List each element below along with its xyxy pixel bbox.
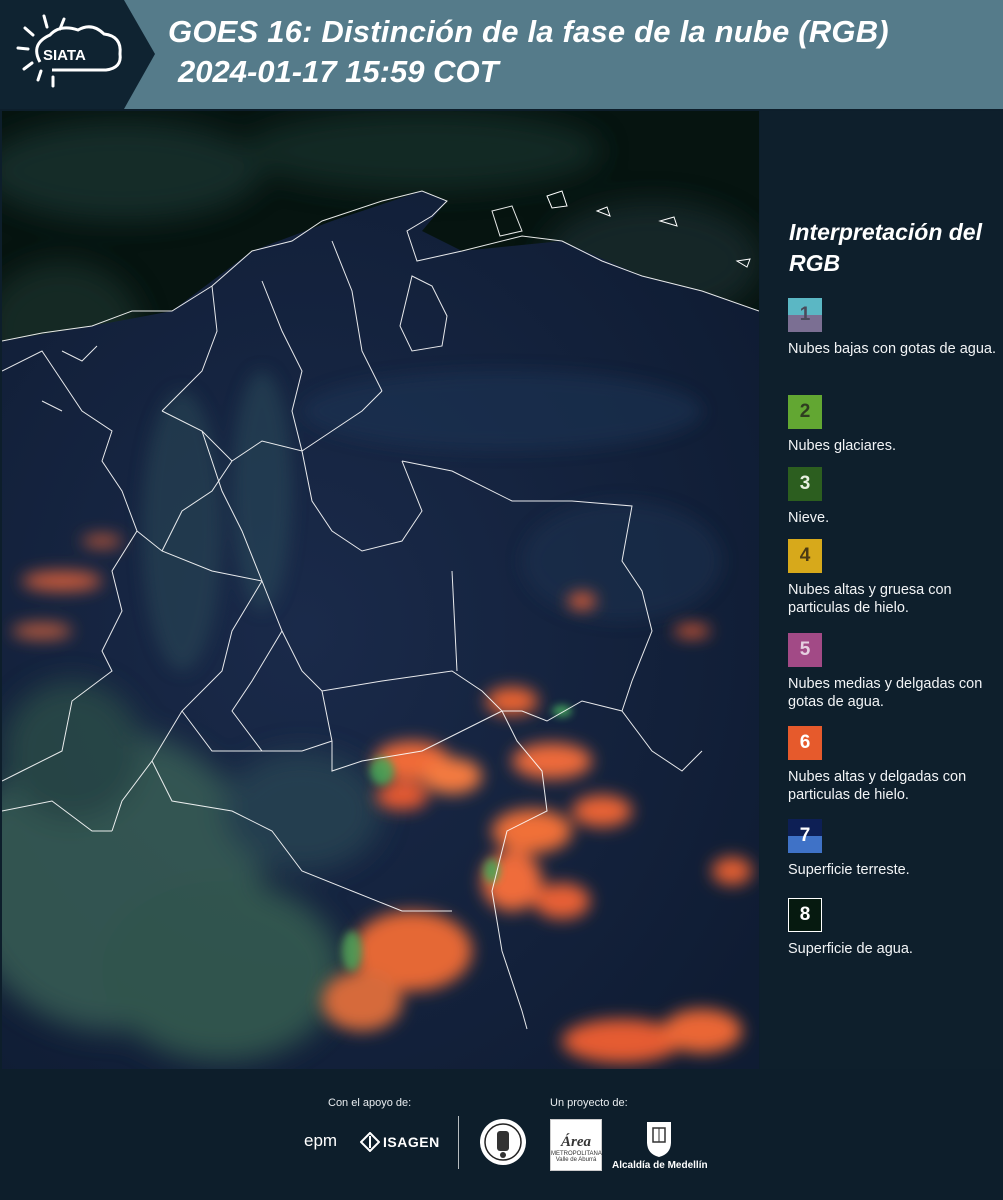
legend-number-6: 6 <box>799 732 811 753</box>
legend-number-8: 8 <box>799 904 811 925</box>
legend-number-7: 7 <box>799 825 811 846</box>
legend-item-1: 1 Nubes bajas con gotas de agua. <box>788 298 998 358</box>
page-timestamp: 2024-01-17 15:59 COT <box>178 54 499 89</box>
legend-swatch-6: 6 <box>788 726 822 760</box>
legend-label-3: Nieve. <box>788 510 830 526</box>
isagen-logo: ISAGEN <box>383 1134 440 1150</box>
footer: Con el apoyo de: Un proyecto de: epm ISA… <box>0 1069 1003 1200</box>
legend-swatch-1: 1 <box>788 298 822 332</box>
seal-icon <box>480 1119 526 1165</box>
epm-logo: epm <box>304 1131 338 1150</box>
legend-label-8: Superficie de agua. <box>788 941 913 957</box>
legend-item-6: 6 Nubes altas y delgadas con particulas … <box>788 726 998 804</box>
legend-swatch-5: 5 <box>788 633 822 667</box>
legend-number-1: 1 <box>799 304 811 325</box>
footer-divider <box>458 1116 459 1169</box>
area-logo-subtext: METROPOLITANA Valle de Aburrá <box>551 1151 602 1163</box>
legend-item-7: 7 Superficie terreste. <box>788 819 998 879</box>
legend-item-5: 5 Nubes medias y delgadas con gotas de a… <box>788 633 998 711</box>
legend-title: Interpretación del RGB <box>789 219 982 276</box>
siata-logo: SIATA <box>0 0 155 109</box>
legend-swatch-4: 4 <box>788 539 822 573</box>
legend-number-5: 5 <box>799 639 811 660</box>
medellin-shield-icon <box>647 1122 671 1157</box>
legend-panel: Interpretación del RGB 1 Nubes bajas con… <box>760 111 1003 1069</box>
satellite-map <box>2 111 759 1069</box>
area-metropolitana-logo: Área METROPOLITANA Valle de Aburrá <box>550 1119 602 1171</box>
legend-item-2: 2 Nubes glaciares. <box>788 395 998 455</box>
header-bar: SIATA GOES 16: Distinción de la fase de … <box>0 0 1003 109</box>
support-label: Con el apoyo de: <box>328 1097 412 1109</box>
legend-label-6: Nubes altas y delgadas con particulas de… <box>788 769 967 803</box>
medellin-logo-text: Alcaldía de Medellín <box>612 1160 708 1171</box>
legend-swatch-7: 7 <box>788 819 822 853</box>
legend-item-3: 3 Nieve. <box>788 467 998 527</box>
legend-item-8: 8 Superficie de agua. <box>788 898 998 958</box>
legend-label-2: Nubes glaciares. <box>788 438 896 454</box>
legend-item-4: 4 Nubes altas y gruesa con particulas de… <box>788 539 998 617</box>
legend-label-1: Nubes bajas con gotas de agua. <box>788 341 996 357</box>
legend-swatch-8: 8 <box>788 898 822 932</box>
legend-label-5: Nubes medias y delgadas con gotas de agu… <box>788 676 983 710</box>
siata-logo-text: SIATA <box>43 47 86 64</box>
legend-number-4: 4 <box>799 545 811 566</box>
legend-swatch-2: 2 <box>788 395 822 429</box>
legend-swatch-3: 3 <box>788 467 822 501</box>
isagen-logo-icon <box>360 1132 380 1152</box>
area-logo-text: Área <box>561 1134 591 1150</box>
project-label: Un proyecto de: <box>550 1097 628 1109</box>
legend-number-3: 3 <box>799 473 811 494</box>
legend-label-4: Nubes altas y gruesa con particulas de h… <box>788 582 952 616</box>
legend-label-7: Superficie terreste. <box>788 862 910 878</box>
legend-number-2: 2 <box>799 401 811 422</box>
page-title: GOES 16: Distinción de la fase de la nub… <box>168 14 889 49</box>
satellite-map-image <box>2 111 759 1069</box>
